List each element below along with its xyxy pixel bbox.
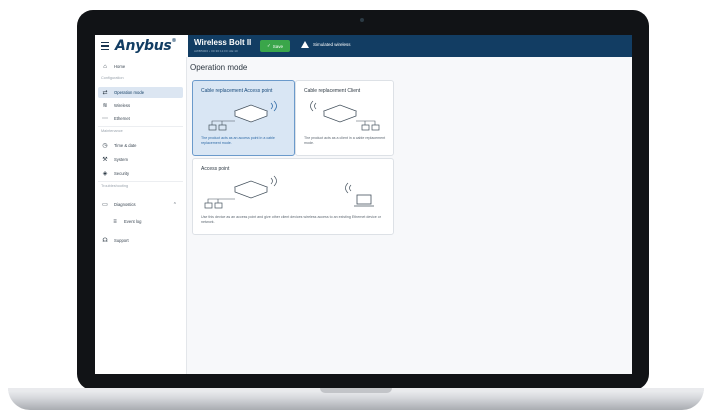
card-title: Access point	[201, 166, 230, 172]
warning-icon	[301, 41, 309, 48]
divider	[98, 181, 183, 182]
base-notch	[320, 388, 392, 393]
sidebar-item-label: Operation mode	[114, 90, 145, 95]
sidebar-item-time-date[interactable]: ◷ Time & date	[98, 140, 183, 151]
wifi-icon: ≋	[102, 103, 108, 109]
chevron-up-icon[interactable]: ⌃	[173, 202, 177, 208]
sidebar-item-operation-mode[interactable]: ⇄ Operation mode	[98, 87, 183, 98]
sidebar-item-label: Time & date	[114, 143, 137, 148]
save-label: Save	[272, 43, 284, 49]
page-title: Operation mode	[190, 63, 248, 72]
sidebar-item-label: Security	[114, 171, 130, 176]
sidebar-item-home[interactable]: ⌂ Home	[98, 61, 183, 72]
sidebar-item-label: Diagnostics	[114, 202, 136, 207]
home-icon: ⌂	[103, 63, 107, 70]
camera-dot	[360, 18, 364, 22]
mode-card-cable-replacement-access-point[interactable]: Cable replacement Access point The produ…	[192, 80, 295, 156]
sidebar-item-ethernet[interactable]: ⋯ Ethernet	[98, 113, 183, 124]
sidebar-item-diagnostics[interactable]: ▭ Diagnostics ⌃	[98, 199, 183, 210]
device-subtitle: AWB5000 • 00:30:11:FF:AE:10	[194, 49, 238, 53]
save-button[interactable]: ✓ Save	[260, 40, 290, 52]
card-description: Use this device as an access point and g…	[201, 215, 381, 224]
sidebar-item-security[interactable]: ◈ Security	[98, 168, 183, 179]
laptop-base	[8, 388, 704, 410]
sidebar-item-label: Ethernet	[114, 116, 130, 121]
clock-icon: ◷	[102, 143, 108, 149]
mode-card-access-point[interactable]: Access point Use this device as an acces…	[192, 158, 394, 235]
sidebar-item-event-log[interactable]: ≡ Event log	[98, 216, 183, 227]
shield-icon: ◈	[102, 171, 108, 177]
sidebar-item-label: Wireless	[114, 103, 131, 108]
card-description: The product acts as a client in a cable …	[304, 136, 386, 145]
sidebar-item-system[interactable]: ⚒ System	[98, 154, 183, 165]
client-illustration	[310, 100, 380, 131]
card-description: The product acts as an access point in a…	[201, 136, 275, 145]
access-point-network-illustration	[204, 175, 374, 209]
check-icon: ✓	[266, 43, 271, 48]
sidebar-item-wireless[interactable]: ≋ Wireless	[98, 100, 183, 111]
section-configuration: Configuration	[101, 76, 124, 80]
warning-text: Simulated wireless	[313, 42, 351, 47]
card-title: Cable replacement Client	[304, 88, 361, 94]
divider	[98, 126, 183, 127]
sidebar-item-label: System	[114, 157, 128, 162]
device-title: Wireless Bolt II	[194, 38, 252, 47]
sidebar-item-label: Support	[114, 238, 129, 243]
section-maintenance: Maintenance	[101, 129, 123, 133]
mode-card-cable-replacement-client[interactable]: Cable replacement Client The product act…	[295, 80, 394, 156]
simulation-warning: Simulated wireless	[301, 41, 351, 48]
app-screen: Anybus® Wireless Bolt II AWB5000 • 00:30…	[95, 35, 632, 374]
brand-area: Anybus®	[95, 35, 188, 57]
card-title: Cable replacement Access point	[201, 88, 273, 94]
sidebar-item-support[interactable]: ☊ Support	[98, 235, 183, 246]
ethernet-icon: ⋯	[102, 116, 108, 122]
monitor-icon: ▭	[102, 202, 108, 208]
brand-logo: Anybus®	[115, 38, 177, 54]
system-icon: ⚒	[102, 157, 108, 163]
access-point-illustration	[208, 100, 277, 131]
list-icon: ≡	[113, 218, 117, 225]
headset-icon: ☊	[102, 238, 108, 244]
menu-icon[interactable]	[101, 42, 109, 50]
switch-icon: ⇄	[102, 90, 108, 96]
top-bar: Anybus® Wireless Bolt II AWB5000 • 00:30…	[95, 35, 632, 57]
sidebar-item-label: Event log	[124, 219, 142, 224]
sidebar: ⌂ Home Configuration ⇄ Operation mode ≋ …	[95, 57, 187, 374]
sidebar-item-label: Home	[114, 64, 126, 69]
section-troubleshooting: Troubleshooting	[101, 184, 129, 188]
